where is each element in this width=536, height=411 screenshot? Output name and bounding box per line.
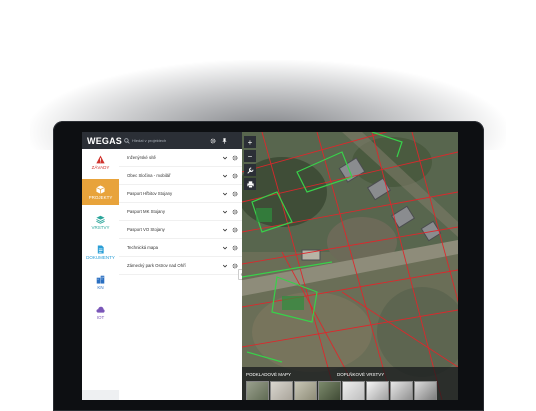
zoom-out-button[interactable]: − <box>244 150 256 162</box>
gear-icon[interactable] <box>210 138 216 144</box>
extra-layers-title: DOPLŇKOVÉ VRSTVY <box>337 372 385 377</box>
gear-icon[interactable] <box>232 155 238 161</box>
app-logo[interactable]: WEGAS <box>82 135 123 146</box>
layer-thumb[interactable] <box>366 381 389 400</box>
measure-button[interactable] <box>244 164 256 176</box>
base-map-thumb[interactable] <box>294 381 317 400</box>
project-row[interactable]: Inženýrské sítě <box>119 149 242 167</box>
print-button[interactable] <box>244 178 256 190</box>
nav-label: ZÁVADY <box>91 164 110 170</box>
printer-icon <box>246 180 254 188</box>
nav-item-projekty[interactable]: PROJEKTY <box>82 179 119 205</box>
chevron-down-icon[interactable] <box>222 209 228 215</box>
gear-icon[interactable] <box>232 227 238 233</box>
project-row[interactable]: Technická mapa <box>119 239 242 257</box>
gear-icon[interactable] <box>232 173 238 179</box>
box-icon <box>96 184 105 194</box>
nav-footer <box>82 390 119 400</box>
nav-item-vrstvy[interactable]: VRSTVY <box>82 209 119 235</box>
project-name: Obec Sločina - mobilář <box>127 173 171 178</box>
base-maps-title: PODKLADOVÉ MAPY <box>246 372 292 377</box>
project-list: Inženýrské sítě Obec Sločina - mobilář P… <box>119 149 242 400</box>
layer-thumb[interactable] <box>414 381 437 400</box>
base-map-thumb[interactable] <box>318 381 341 400</box>
project-name: Pasport MK Stojany <box>127 209 165 214</box>
chevron-down-icon[interactable] <box>222 227 228 233</box>
project-name: Inženýrské sítě <box>127 155 156 160</box>
cloud-icon <box>96 306 105 313</box>
project-row[interactable]: Pasport VO Stojany <box>119 221 242 239</box>
map-view[interactable]: + − PODKLADOVÉ MAPY DOPLŇKOVÉ VRSTVY <box>242 132 458 400</box>
project-name: Zámecký park Ostrov nad Ohří <box>127 263 186 268</box>
chevron-down-icon[interactable] <box>222 155 228 161</box>
top-bar: WEGAS Hledat v projektech <box>82 132 242 149</box>
nav-item-zavady[interactable]: ZÁVADY <box>82 149 119 175</box>
base-map-thumb[interactable] <box>246 381 269 400</box>
main-navigation: ZÁVADY PROJEKTY VRSTVY DOKUMENTY KN IOT <box>82 149 120 400</box>
project-name: Technická mapa <box>127 245 159 250</box>
gear-icon[interactable] <box>232 263 238 269</box>
nav-label: VRSTVY <box>91 224 110 230</box>
project-row[interactable]: Pasport Hřbitov Stojany <box>119 185 242 203</box>
layer-thumb[interactable] <box>390 381 413 400</box>
zoom-in-button[interactable]: + <box>244 136 256 148</box>
layer-thumb[interactable] <box>342 381 365 400</box>
chevron-down-icon[interactable] <box>222 173 228 179</box>
nav-label: DOKUMENTY <box>86 254 115 260</box>
gear-icon[interactable] <box>232 191 238 197</box>
search-placeholder: Hledat v projektech <box>132 138 167 143</box>
app-screen: WEGAS Hledat v projektech ZÁVADY PROJEKT… <box>82 132 458 400</box>
logo-text: WEGAS <box>87 135 123 146</box>
chevron-down-icon[interactable] <box>222 245 228 251</box>
wrench-icon <box>246 167 253 174</box>
warning-icon <box>96 154 105 163</box>
document-icon <box>97 244 104 254</box>
search-icon <box>124 137 130 144</box>
chevron-down-icon[interactable] <box>222 191 228 197</box>
nav-label: IOT <box>96 314 105 320</box>
nav-label: KN <box>97 284 104 290</box>
nav-item-dokumenty[interactable]: DOKUMENTY <box>82 239 119 265</box>
project-row[interactable]: Pasport MK Stojany <box>119 203 242 221</box>
base-map-thumb[interactable] <box>270 381 293 400</box>
nav-item-kn[interactable]: KN <box>82 269 119 295</box>
pin-icon[interactable] <box>222 137 227 144</box>
project-name: Pasport Hřbitov Stojany <box>127 191 173 196</box>
map-layers-panel: PODKLADOVÉ MAPY DOPLŇKOVÉ VRSTVY <box>242 367 458 400</box>
nav-item-iot[interactable]: IOT <box>82 299 119 325</box>
chevron-down-icon[interactable] <box>222 263 228 269</box>
map-toolbar: + − <box>244 136 256 192</box>
nav-label: PROJEKTY <box>88 194 113 200</box>
layers-icon <box>96 215 105 224</box>
project-row[interactable]: Zámecký park Ostrov nad Ohří <box>119 257 242 275</box>
project-name: Pasport VO Stojany <box>127 227 165 232</box>
project-row[interactable]: Obec Sločina - mobilář <box>119 167 242 185</box>
satellite-map <box>242 132 458 400</box>
buildings-icon <box>96 275 105 284</box>
gear-icon[interactable] <box>232 245 238 251</box>
gear-icon[interactable] <box>232 209 238 215</box>
project-search[interactable]: Hledat v projektech <box>124 135 206 146</box>
